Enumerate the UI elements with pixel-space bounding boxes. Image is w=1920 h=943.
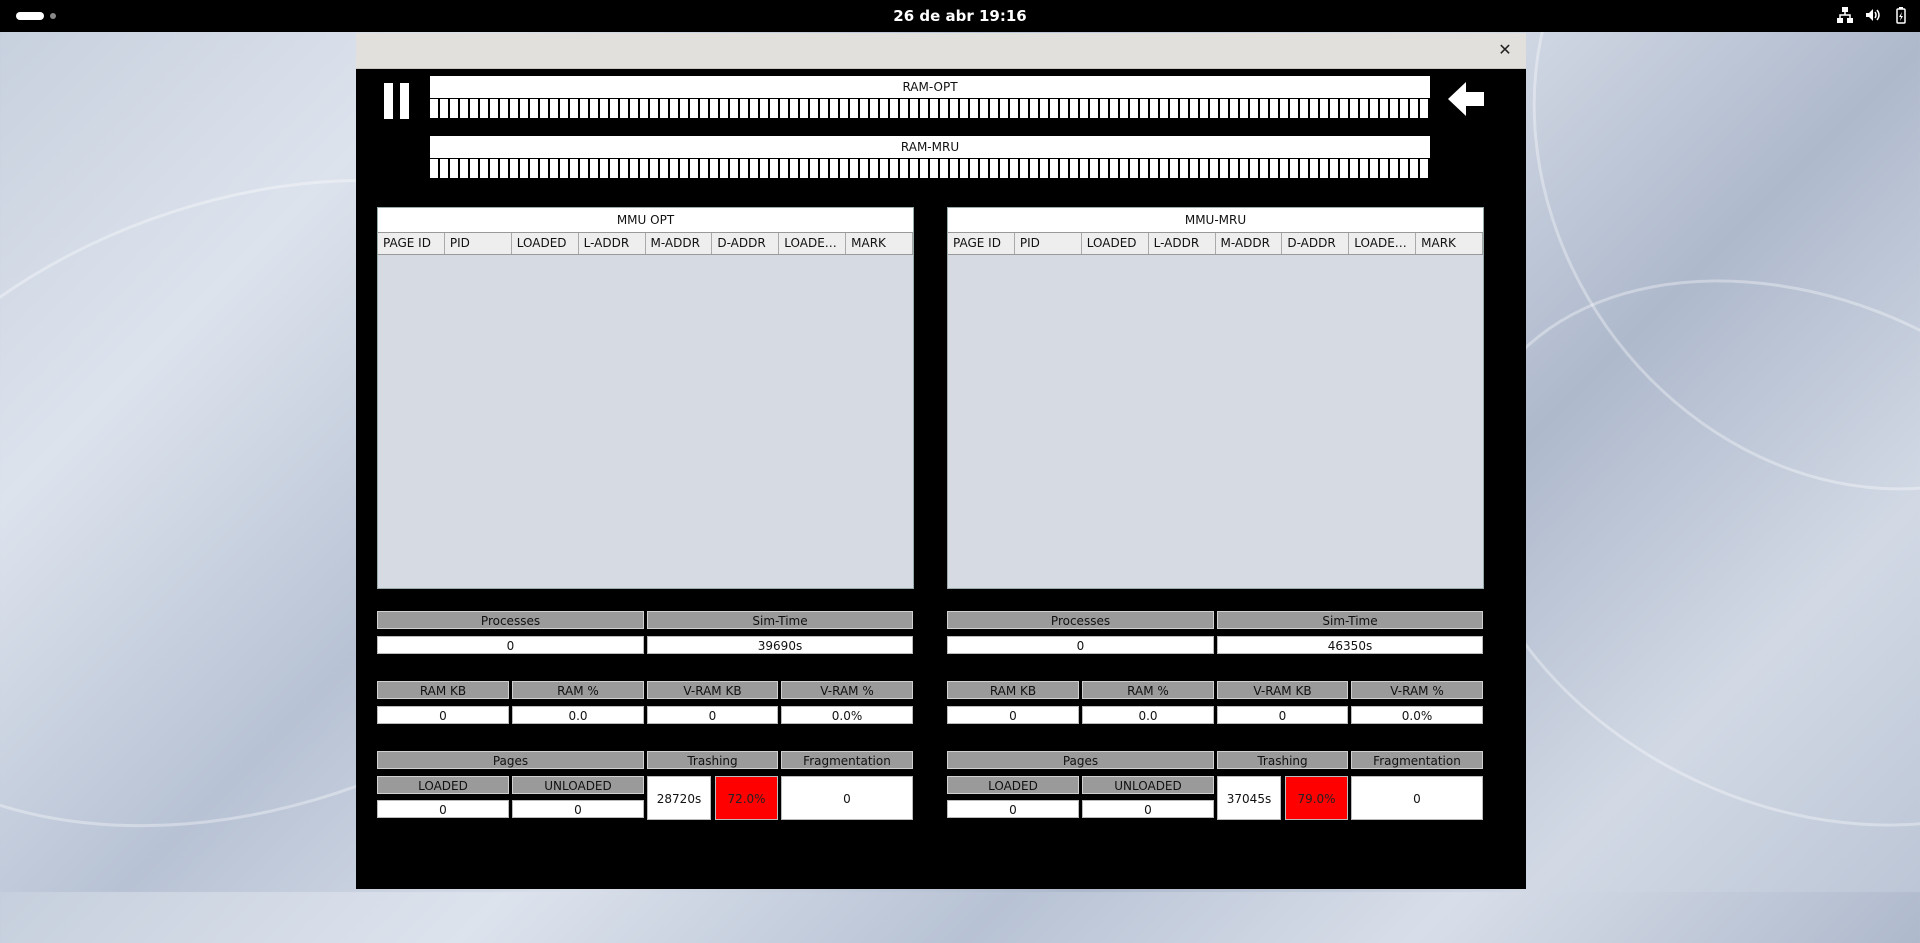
mmu-opt-table[interactable]: MMU OPT PAGE ID PID LOADED L-ADDR M-ADDR… bbox=[377, 207, 914, 589]
processes-label: Processes bbox=[947, 611, 1214, 629]
window-titlebar[interactable]: ✕ bbox=[356, 33, 1526, 69]
clock[interactable]: 26 de abr 19:16 bbox=[0, 0, 1920, 32]
ram-percent-label: RAM % bbox=[512, 681, 644, 699]
ram-mru-bar: RAM-MRU bbox=[430, 136, 1430, 178]
app-window: ✕ RAM-OPT RAM-MRU MMU OPT PAGE ID PID LO… bbox=[356, 33, 1526, 889]
pause-icon[interactable] bbox=[384, 83, 410, 119]
vram-kb-value: 0 bbox=[1217, 706, 1348, 724]
battery-icon bbox=[1896, 7, 1906, 24]
column-header[interactable]: MARK bbox=[1416, 233, 1483, 254]
column-header[interactable]: D-ADDR bbox=[1282, 233, 1350, 254]
sim-time-value: 39690s bbox=[647, 636, 913, 654]
ram-kb-value: 0 bbox=[377, 706, 509, 724]
trashing-percent-value: 79.0% bbox=[1285, 776, 1348, 820]
fragmentation-label: Fragmentation bbox=[1351, 751, 1483, 769]
system-tray[interactable] bbox=[1836, 6, 1910, 24]
network-icon bbox=[1837, 7, 1853, 23]
column-header[interactable]: LOADED bbox=[512, 233, 579, 254]
loaded-label: LOADED bbox=[947, 776, 1079, 794]
column-header[interactable]: LOADED bbox=[1082, 233, 1149, 254]
vram-kb-label: V-RAM KB bbox=[1217, 681, 1348, 699]
column-header[interactable]: L-ADDR bbox=[1149, 233, 1216, 254]
top-bar: 26 de abr 19:16 bbox=[0, 0, 1920, 32]
column-header[interactable]: PAGE ID bbox=[378, 233, 445, 254]
ram-kb-label: RAM KB bbox=[377, 681, 509, 699]
loaded-value: 0 bbox=[377, 800, 509, 818]
column-header[interactable]: PID bbox=[445, 233, 512, 254]
ram-opt-label: RAM-OPT bbox=[902, 80, 958, 94]
mmu-opt-title: MMU OPT bbox=[378, 208, 913, 233]
vram-kb-value: 0 bbox=[647, 706, 778, 724]
column-header[interactable]: M-ADDR bbox=[646, 233, 713, 254]
column-header[interactable]: PAGE ID bbox=[948, 233, 1015, 254]
mmu-mru-table[interactable]: MMU-MRU PAGE ID PID LOADED L-ADDR M-ADDR… bbox=[947, 207, 1484, 589]
processes-value: 0 bbox=[377, 636, 644, 654]
ram-kb-value: 0 bbox=[947, 706, 1079, 724]
trashing-label: Trashing bbox=[1217, 751, 1348, 769]
processes-value: 0 bbox=[947, 636, 1214, 654]
trashing-label: Trashing bbox=[647, 751, 778, 769]
ram-mru-label: RAM-MRU bbox=[900, 140, 960, 154]
ram-mru-cells bbox=[430, 158, 1430, 178]
loaded-value: 0 bbox=[947, 800, 1079, 818]
fragmentation-value: 0 bbox=[781, 776, 913, 820]
unloaded-value: 0 bbox=[1082, 800, 1214, 818]
unloaded-label: UNLOADED bbox=[512, 776, 644, 794]
column-header[interactable]: L-ADDR bbox=[579, 233, 646, 254]
column-header[interactable]: D-ADDR bbox=[712, 233, 780, 254]
ram-percent-value: 0.0 bbox=[1082, 706, 1214, 724]
vram-percent-label: V-RAM % bbox=[781, 681, 913, 699]
column-header[interactable]: LOADED... bbox=[1349, 233, 1417, 254]
processes-label: Processes bbox=[377, 611, 644, 629]
unloaded-value: 0 bbox=[512, 800, 644, 818]
mmu-opt-header-row: PAGE ID PID LOADED L-ADDR M-ADDR D-ADDR … bbox=[378, 233, 913, 255]
fragmentation-label: Fragmentation bbox=[781, 751, 913, 769]
ram-kb-label: RAM KB bbox=[947, 681, 1079, 699]
column-header[interactable]: PID bbox=[1015, 233, 1082, 254]
mmu-mru-title: MMU-MRU bbox=[948, 208, 1483, 233]
pages-label: Pages bbox=[947, 751, 1214, 769]
unloaded-label: UNLOADED bbox=[1082, 776, 1214, 794]
column-header[interactable]: LOADED... bbox=[779, 233, 847, 254]
loaded-label: LOADED bbox=[377, 776, 509, 794]
column-header[interactable]: MARK bbox=[846, 233, 913, 254]
sim-time-label: Sim-Time bbox=[647, 611, 913, 629]
sim-time-label: Sim-Time bbox=[1217, 611, 1483, 629]
ram-percent-label: RAM % bbox=[1082, 681, 1214, 699]
trashing-percent-value: 72.0% bbox=[715, 776, 778, 820]
ram-opt-cells bbox=[430, 98, 1430, 118]
vram-percent-value: 0.0% bbox=[1351, 706, 1483, 724]
ram-percent-value: 0.0 bbox=[512, 706, 644, 724]
vram-kb-label: V-RAM KB bbox=[647, 681, 778, 699]
sim-time-value: 46350s bbox=[1217, 636, 1483, 654]
pages-label: Pages bbox=[377, 751, 644, 769]
fragmentation-value: 0 bbox=[1351, 776, 1483, 820]
volume-icon bbox=[1866, 9, 1880, 21]
mmu-mru-header-row: PAGE ID PID LOADED L-ADDR M-ADDR D-ADDR … bbox=[948, 233, 1483, 255]
trashing-time-value: 37045s bbox=[1217, 776, 1281, 820]
vram-percent-value: 0.0% bbox=[781, 706, 913, 724]
column-header[interactable]: M-ADDR bbox=[1216, 233, 1283, 254]
close-icon[interactable]: ✕ bbox=[1496, 41, 1514, 59]
vram-percent-label: V-RAM % bbox=[1351, 681, 1483, 699]
back-arrow-icon[interactable] bbox=[1446, 79, 1486, 119]
trashing-time-value: 28720s bbox=[647, 776, 711, 820]
ram-opt-bar: RAM-OPT bbox=[430, 76, 1430, 118]
